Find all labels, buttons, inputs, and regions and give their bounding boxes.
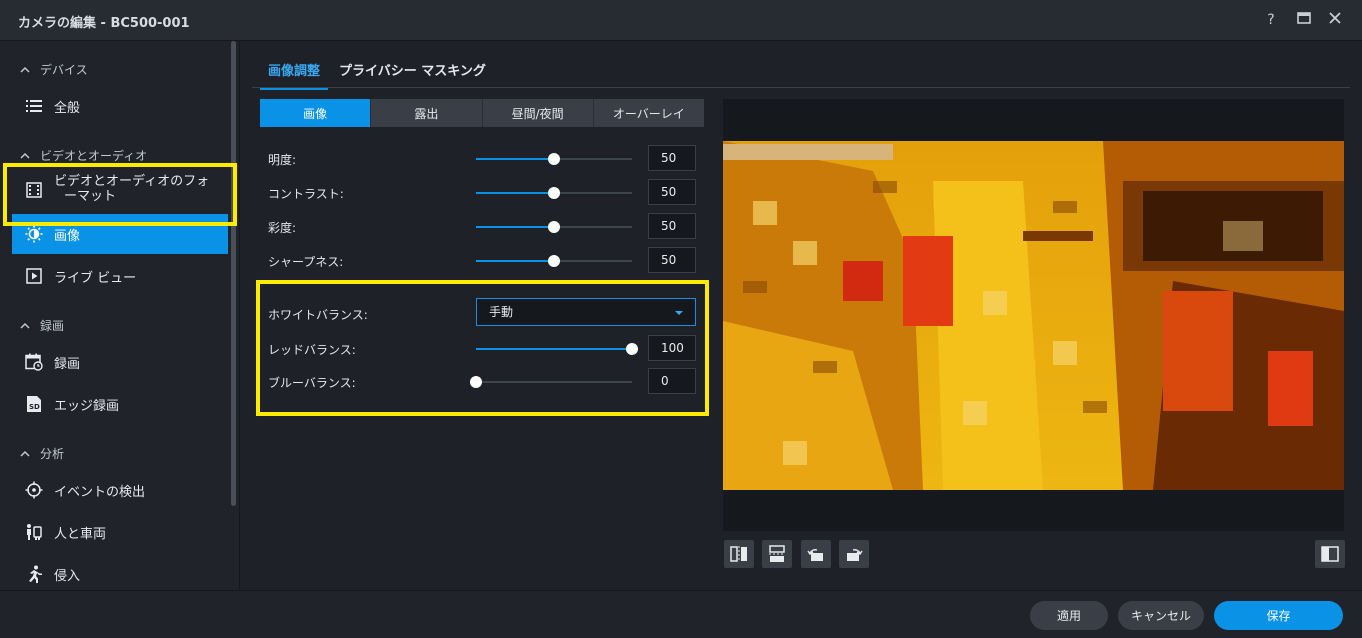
subtab-image[interactable]: 画像 (260, 99, 372, 127)
flip-icon[interactable] (762, 540, 792, 568)
maximize-icon[interactable] (1295, 11, 1313, 29)
section-device[interactable]: デバイス (18, 59, 88, 79)
chevron-up-icon (18, 148, 32, 162)
sidebar-item-label: 画像 (54, 228, 81, 244)
mirror-icon[interactable] (724, 540, 754, 568)
svg-text:SD: SD (29, 403, 40, 411)
tab-privacy-masking[interactable]: プライバシー マスキング (339, 60, 486, 79)
sidebar: デバイス 全般 ビデオとオーディオ ビデオとオーディオのフォ ーマット 画像 ライ… (0, 41, 240, 590)
slider-fill (476, 260, 554, 262)
save-button[interactable]: 保存 (1214, 601, 1343, 630)
sidebar-item-label: 録画 (54, 356, 81, 372)
close-icon[interactable] (1326, 11, 1344, 29)
sharpness-label: シャープネス: (268, 255, 344, 269)
highlight-box-white-balance (256, 280, 709, 416)
subtab-day-night[interactable]: 昼間/夜間 (482, 99, 594, 127)
tab-bar: 画像調整 プライバシー マスキング (252, 48, 1350, 90)
section-label: デバイス (40, 62, 88, 77)
chevron-up-icon (18, 62, 32, 76)
sidebar-scrollbar[interactable] (231, 41, 236, 506)
sidebar-item-person-vehicle[interactable]: 人と車両 (12, 512, 228, 552)
sidebar-item-label: ライブ ビュー (54, 270, 137, 286)
section-analytics[interactable]: 分析 (18, 443, 64, 463)
subtab-exposure[interactable]: 露出 (371, 99, 483, 127)
sharpness-row: シャープネス: 50 (268, 247, 696, 275)
sidebar-item-event-detection[interactable]: イベントの検出 (12, 470, 228, 510)
rotate-right-icon[interactable] (839, 540, 869, 568)
slider-handle[interactable] (548, 187, 560, 199)
title-bar: カメラの編集 - BC500-001 ? (0, 0, 1362, 41)
subtab-bar: 画像 露出 昼間/夜間 オーバーレイ (260, 99, 704, 127)
calendar-clock-icon (24, 352, 44, 372)
brightness-row: 明度: 50 (268, 145, 696, 173)
subtab-overlay[interactable]: オーバーレイ (593, 99, 704, 127)
play-icon (24, 266, 44, 286)
slider-fill (476, 158, 554, 160)
sd-card-icon: SD (24, 394, 44, 414)
crosshair-icon (24, 480, 44, 500)
sharpness-slider[interactable] (476, 255, 632, 267)
contrast-value[interactable]: 50 (648, 179, 696, 205)
section-recording[interactable]: 録画 (18, 315, 64, 335)
person-vehicle-icon (24, 522, 44, 542)
footer: 適用 キャンセル 保存 (0, 590, 1362, 638)
slider-fill (476, 226, 554, 228)
tab-image-adjustment[interactable]: 画像調整 (259, 60, 329, 90)
brightness-value[interactable]: 50 (648, 145, 696, 171)
window-title: カメラの編集 - BC500-001 (18, 16, 190, 31)
brightness-label: 明度: (268, 153, 297, 167)
sidebar-item-recording[interactable]: 録画 (12, 342, 228, 382)
running-person-icon (24, 564, 44, 584)
list-icon (24, 96, 44, 116)
section-label: 録画 (40, 318, 65, 333)
contrast-row: コントラスト: 50 (268, 179, 696, 207)
saturation-label: 彩度: (268, 221, 297, 235)
sidebar-item-general[interactable]: 全般 (12, 86, 228, 126)
compare-icon[interactable] (1315, 540, 1345, 568)
sidebar-item-label: 侵入 (54, 568, 81, 584)
slider-fill (476, 192, 554, 194)
sidebar-item-label: イベントの検出 (54, 484, 146, 500)
brightness-icon (24, 224, 44, 244)
sharpness-value[interactable]: 50 (648, 247, 696, 273)
apply-button[interactable]: 適用 (1030, 601, 1108, 630)
help-icon[interactable]: ? (1262, 11, 1280, 29)
section-label: ビデオとオーディオ (40, 148, 148, 163)
sidebar-item-intrusion[interactable]: 侵入 (12, 554, 228, 590)
sidebar-item-label: 人と車両 (54, 526, 107, 542)
contrast-slider[interactable] (476, 187, 632, 199)
brightness-slider[interactable] (476, 153, 632, 165)
sidebar-item-label: エッジ録画 (54, 398, 120, 414)
saturation-slider[interactable] (476, 221, 632, 233)
chevron-up-icon (18, 446, 32, 460)
cancel-button[interactable]: キャンセル (1118, 601, 1204, 630)
sidebar-item-label: 全般 (54, 100, 81, 116)
saturation-value[interactable]: 50 (648, 213, 696, 239)
contrast-label: コントラスト: (268, 187, 344, 201)
slider-handle[interactable] (548, 153, 560, 165)
preview-panel (723, 99, 1344, 531)
rotate-left-icon[interactable] (801, 540, 831, 568)
saturation-row: 彩度: 50 (268, 213, 696, 241)
camera-preview-image (723, 141, 1344, 490)
slider-handle[interactable] (548, 221, 560, 233)
highlight-box-sidebar (3, 163, 237, 226)
section-label: 分析 (40, 446, 65, 461)
sidebar-item-live-view[interactable]: ライブ ビュー (12, 256, 228, 296)
section-video-audio[interactable]: ビデオとオーディオ (18, 145, 147, 165)
sidebar-item-edge-recording[interactable]: SD エッジ録画 (12, 384, 228, 424)
chevron-up-icon (18, 318, 32, 332)
slider-handle[interactable] (548, 255, 560, 267)
